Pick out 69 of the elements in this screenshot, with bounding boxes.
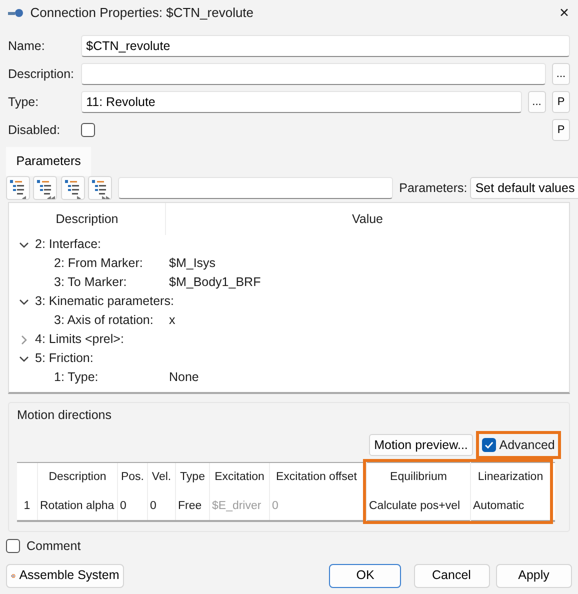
checkbox[interactable] (6, 539, 20, 554)
tab[interactable]: Parameters (6, 147, 91, 176)
close-button[interactable]: ✕ (559, 4, 570, 22)
assemble-button[interactable]: Assemble System (6, 564, 124, 588)
table-cell-text: 1 (22, 498, 32, 514)
group-title: Motion directions (17, 407, 112, 424)
collapse-icon[interactable] (19, 296, 29, 307)
parameter-name: 3: Axis of rotation: (53, 312, 154, 330)
input-field[interactable]: $CTN_revolute (81, 35, 570, 58)
checkbox-label: Advanced (499, 436, 555, 454)
table-cell-text: 0 (119, 498, 128, 514)
parameter-button[interactable]: P (552, 119, 570, 142)
column-header: Vel. (150, 470, 172, 485)
collapse-icon[interactable] (19, 354, 29, 364)
field-label: Type: (8, 94, 40, 111)
motion-preview-button[interactable]: Motion preview... (369, 434, 473, 456)
table-cell-text: 0 (271, 498, 280, 514)
checkbox-label: Comment (26, 538, 81, 555)
browse-button[interactable]: ... (528, 91, 546, 114)
column-header: Pos. (120, 470, 145, 485)
table-cell-text: Free (177, 498, 203, 514)
column-header: Type (179, 470, 206, 485)
expand-tree-button[interactable] (33, 176, 58, 200)
input-field[interactable]: 11: Revolute (81, 91, 522, 114)
connection-icon (8, 8, 24, 18)
table-cell-text: Automatic (472, 499, 526, 514)
parameter-value: $M_Body1_BRF (169, 274, 261, 292)
dialog-button[interactable]: OK (329, 564, 402, 588)
parameter-value: x (169, 312, 176, 330)
table-cell-text: Rotation alpha (39, 498, 116, 514)
tree-list-icon (34, 177, 56, 200)
field-label: Name: (8, 38, 46, 55)
field-label: Description: (8, 66, 75, 83)
parameter-name: 3: To Marker: (53, 274, 128, 292)
column-header: Excitation (214, 470, 266, 485)
column-header: Equilibrium (389, 470, 448, 484)
collapse-icon[interactable] (19, 240, 29, 250)
dialog-button[interactable]: Cancel (414, 564, 490, 588)
parameter-value: None (169, 369, 199, 386)
column-header: Value (350, 210, 384, 228)
expand-tree-button[interactable] (88, 176, 112, 200)
tree-item[interactable]: 5: Friction: (35, 349, 94, 368)
field-label: Disabled: (8, 122, 62, 139)
expand-tree-button[interactable] (60, 176, 84, 200)
search-field[interactable] (118, 177, 393, 200)
window-title: Connection Properties: $CTN_revolute (30, 4, 255, 22)
description-field[interactable] (81, 63, 546, 86)
parameters-label: Parameters: (399, 180, 468, 197)
table-cell-text: $E_driver (211, 498, 262, 514)
browse-button[interactable]: ... (552, 63, 570, 86)
parameter-value: $M_Isys (169, 255, 216, 272)
expand-tree-button[interactable] (6, 176, 30, 200)
checkbox[interactable] (482, 438, 496, 452)
parameter-button[interactable]: P (552, 91, 570, 114)
checkbox[interactable] (81, 123, 96, 138)
table-cell-text: 0 (149, 498, 158, 514)
parameter-name: 1: Type: (53, 369, 100, 386)
tree-item[interactable]: 3: Kinematic parameters: (35, 292, 174, 311)
column-header: Description (48, 470, 108, 485)
expand-icon[interactable] (19, 334, 29, 345)
column-header: Excitation offset (275, 470, 358, 485)
dialog-button[interactable]: Apply (496, 564, 572, 588)
parameter-name: 2: From Marker: (53, 255, 144, 272)
tree-item[interactable]: 4: Limits <prel>: (35, 330, 124, 349)
column-header: Linearization (476, 470, 544, 484)
set-defaults-button[interactable]: Set default values (470, 177, 578, 200)
column-header: Description (9, 203, 166, 236)
tree-item[interactable]: 2: Interface: (35, 235, 102, 254)
table-cell-text: Calculate pos+vel (368, 499, 462, 514)
